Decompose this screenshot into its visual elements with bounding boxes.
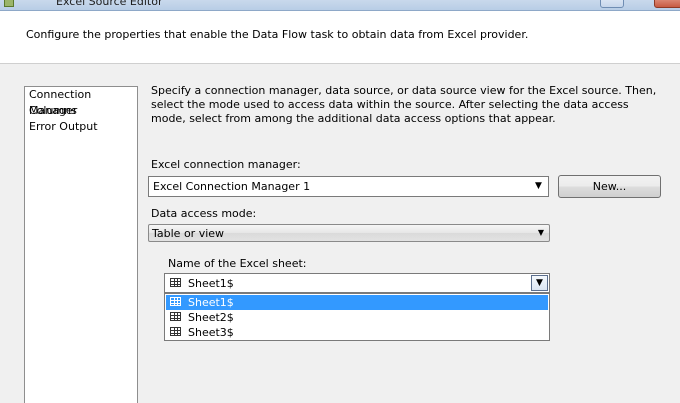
- chevron-down-icon[interactable]: ▼: [538, 228, 544, 237]
- nav-item-columns[interactable]: Columns: [25, 103, 137, 119]
- app-icon: [4, 0, 14, 7]
- list-item[interactable]: Sheet1$: [166, 295, 548, 310]
- nav-item-connection-manager[interactable]: Connection Manager: [25, 87, 137, 117]
- sheet-name-label: Name of the Excel sheet:: [168, 257, 307, 270]
- sheet-option-label: Sheet2$: [188, 311, 234, 324]
- title-bar: Excel Source Editor: [0, 0, 680, 11]
- sheet-dropdown-list: Sheet1$ Sheet2$ Sheet3$: [164, 293, 550, 341]
- minimize-button[interactable]: [600, 0, 624, 8]
- intro-text: Specify a connection manager, data sourc…: [151, 84, 657, 125]
- sheet-name-value: Sheet1$: [188, 277, 234, 290]
- chevron-down-icon[interactable]: ▼: [530, 178, 547, 194]
- table-grid-icon: [170, 297, 181, 306]
- header-description: Configure the properties that enable the…: [26, 28, 529, 41]
- table-grid-icon: [170, 278, 181, 287]
- header-band: Configure the properties that enable the…: [0, 11, 680, 64]
- close-button[interactable]: [654, 0, 680, 8]
- access-mode-label: Data access mode:: [151, 207, 257, 220]
- connection-manager-value: Excel Connection Manager 1: [153, 180, 311, 193]
- chevron-down-icon[interactable]: ▼: [531, 275, 548, 291]
- list-item[interactable]: Sheet3$: [166, 325, 548, 340]
- table-grid-icon: [170, 312, 181, 321]
- table-grid-icon: [170, 327, 181, 336]
- new-connection-button[interactable]: New...: [558, 175, 661, 198]
- access-mode-value: Table or view: [152, 227, 225, 240]
- sheet-option-label: Sheet1$: [188, 296, 234, 309]
- connection-manager-combo[interactable]: Excel Connection Manager 1 ▼: [148, 176, 549, 197]
- access-mode-select[interactable]: Table or view ▼: [148, 224, 550, 242]
- nav-item-error-output[interactable]: Error Output: [25, 119, 137, 135]
- sheet-name-combo[interactable]: Sheet1$ ▼: [164, 273, 550, 293]
- window-title: Excel Source Editor: [56, 0, 163, 8]
- connection-manager-label: Excel connection manager:: [151, 158, 301, 171]
- page-navigation-list: Connection Manager Columns Error Output: [24, 86, 138, 403]
- sheet-option-label: Sheet3$: [188, 326, 234, 339]
- list-item[interactable]: Sheet2$: [166, 310, 548, 325]
